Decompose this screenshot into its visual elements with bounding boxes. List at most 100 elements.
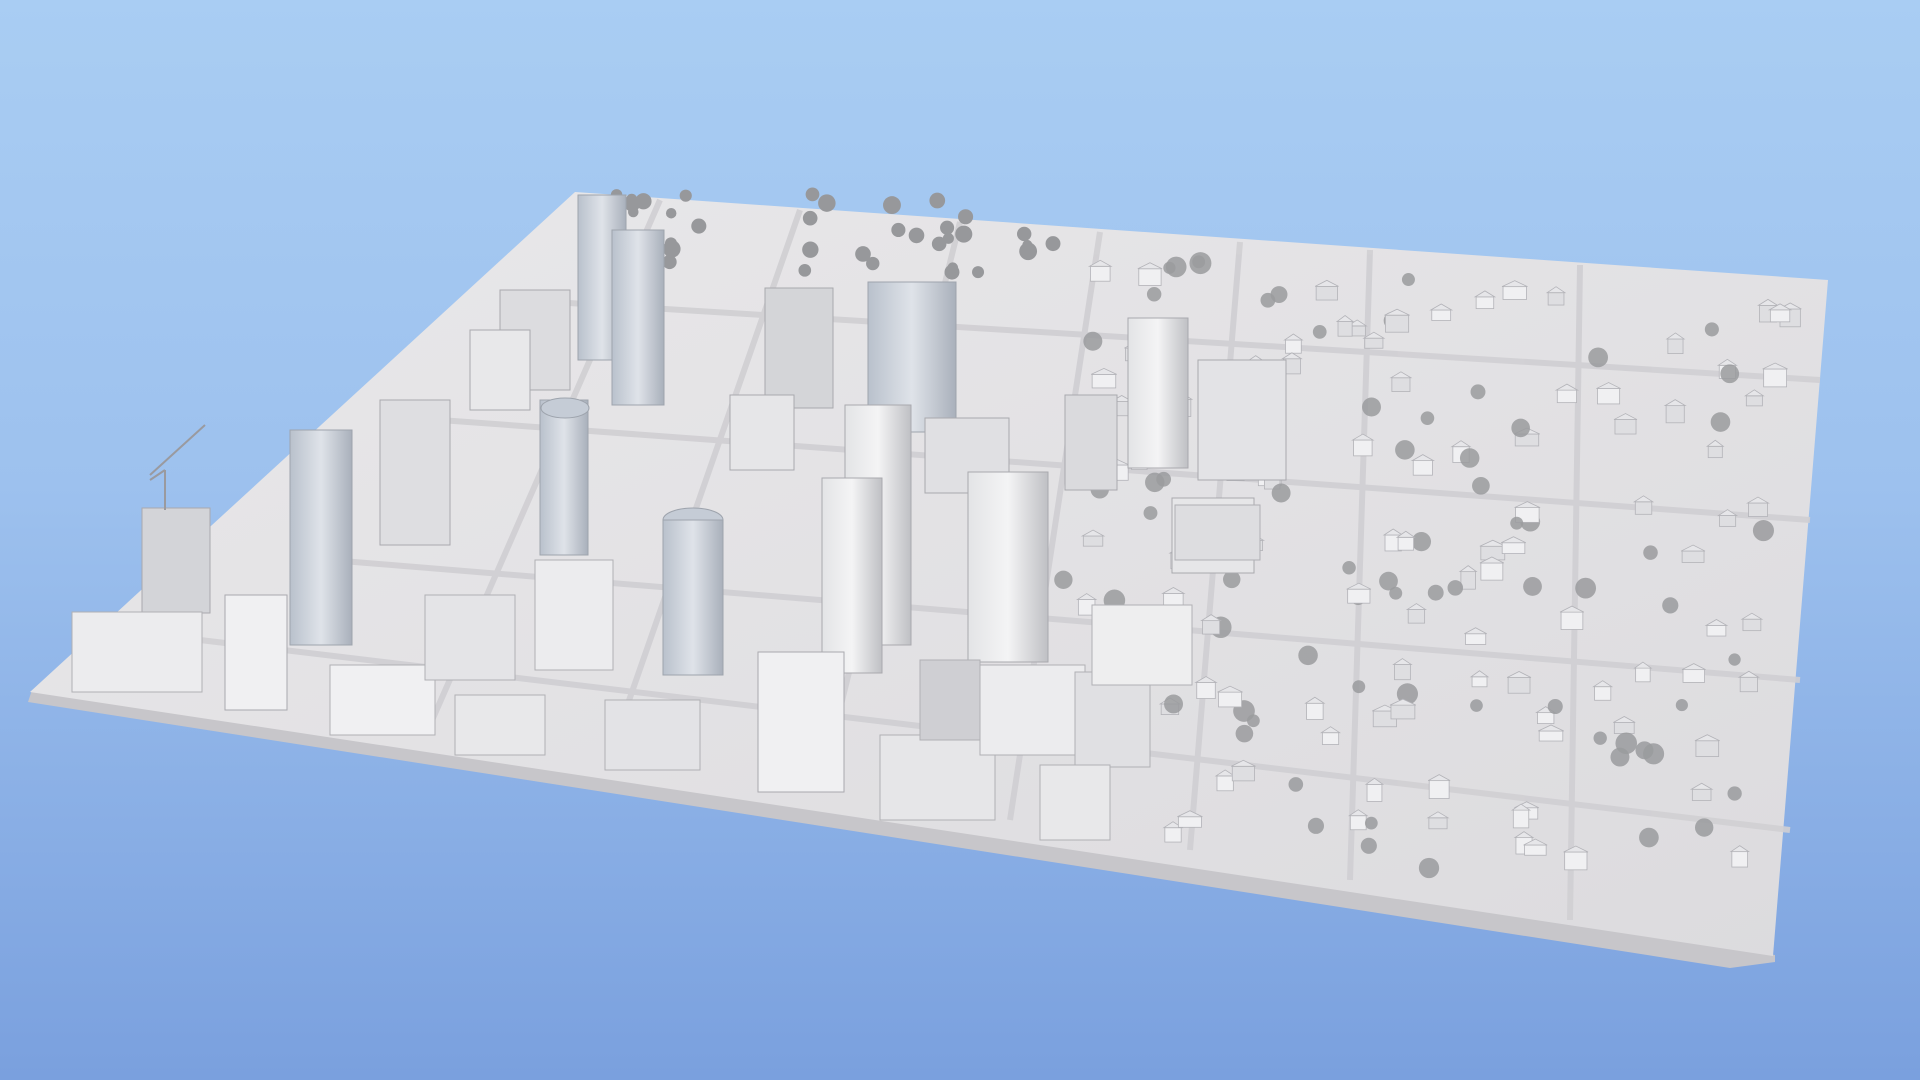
tree (1016, 226, 1032, 242)
tree (958, 209, 974, 225)
tree (1401, 273, 1415, 287)
tree (1143, 506, 1158, 520)
tree (929, 192, 946, 209)
building (919, 659, 981, 741)
tree (691, 218, 707, 234)
house (1164, 827, 1182, 843)
house (1594, 686, 1612, 701)
tower (469, 329, 531, 411)
building (604, 699, 701, 771)
house (1428, 780, 1450, 799)
tree (1352, 680, 1366, 694)
house (1665, 405, 1685, 424)
tree (1019, 242, 1038, 261)
tree (1298, 645, 1318, 666)
tree (1720, 364, 1740, 384)
house (1706, 625, 1727, 637)
house (1731, 851, 1749, 868)
house (1502, 286, 1527, 300)
house (1285, 339, 1302, 354)
tower (611, 229, 665, 406)
tree (1547, 698, 1563, 715)
house (1407, 609, 1426, 624)
house (1512, 809, 1530, 829)
house (1739, 676, 1758, 693)
house (1391, 377, 1411, 392)
house (1385, 314, 1410, 333)
tower (729, 394, 795, 471)
tree (1045, 236, 1061, 252)
tree (802, 241, 819, 258)
house (1480, 562, 1504, 581)
house (1547, 292, 1565, 306)
tree (1395, 440, 1415, 460)
building (534, 559, 614, 671)
building (1074, 671, 1151, 768)
house (1218, 691, 1242, 708)
tree (1083, 331, 1103, 351)
building (1174, 504, 1261, 561)
tree (798, 264, 812, 277)
building (424, 594, 516, 681)
house (1231, 765, 1255, 782)
tree (1364, 816, 1378, 830)
tree (1593, 731, 1607, 745)
tree (1288, 777, 1304, 792)
house (1397, 536, 1414, 551)
tree (818, 194, 836, 212)
tree (1470, 699, 1483, 712)
tower (764, 287, 834, 409)
tree (1312, 325, 1327, 339)
tree (1146, 287, 1162, 302)
tree (1411, 532, 1432, 552)
tree (635, 193, 652, 210)
tower (141, 507, 211, 614)
house (1537, 712, 1555, 724)
tree (1511, 418, 1530, 438)
tree (1270, 286, 1288, 304)
tower (1197, 359, 1287, 481)
tree (1271, 483, 1291, 503)
house (1082, 535, 1104, 547)
tower (757, 651, 845, 793)
house (1745, 395, 1763, 407)
tree (1675, 699, 1688, 712)
tree (1727, 786, 1742, 801)
tree (1575, 577, 1597, 599)
house (1202, 620, 1221, 635)
house (1090, 265, 1111, 282)
house (1556, 389, 1577, 404)
tree (1752, 520, 1774, 542)
house (1667, 338, 1684, 355)
tree (1694, 818, 1714, 837)
house (1177, 816, 1202, 828)
tree (802, 210, 818, 226)
house (1501, 542, 1526, 554)
tower (379, 399, 451, 546)
house (1695, 740, 1720, 757)
house (1091, 374, 1117, 389)
house (1412, 460, 1433, 476)
house (1465, 633, 1487, 645)
house (1353, 439, 1373, 457)
tree (866, 256, 880, 271)
tree (1427, 584, 1444, 601)
house (1614, 419, 1637, 435)
tree (1704, 322, 1719, 337)
tree (908, 227, 925, 244)
house (1428, 817, 1448, 830)
house (1196, 682, 1216, 699)
tree (805, 187, 820, 202)
house (1524, 844, 1547, 856)
tree (1164, 694, 1184, 714)
tree (955, 225, 973, 243)
house (1719, 515, 1737, 527)
house (1364, 337, 1384, 349)
house (1769, 309, 1791, 323)
house (1682, 669, 1705, 683)
tree (1362, 397, 1381, 417)
tree (1420, 411, 1435, 425)
tree (665, 207, 677, 219)
house (1742, 618, 1762, 632)
house (1138, 268, 1162, 286)
